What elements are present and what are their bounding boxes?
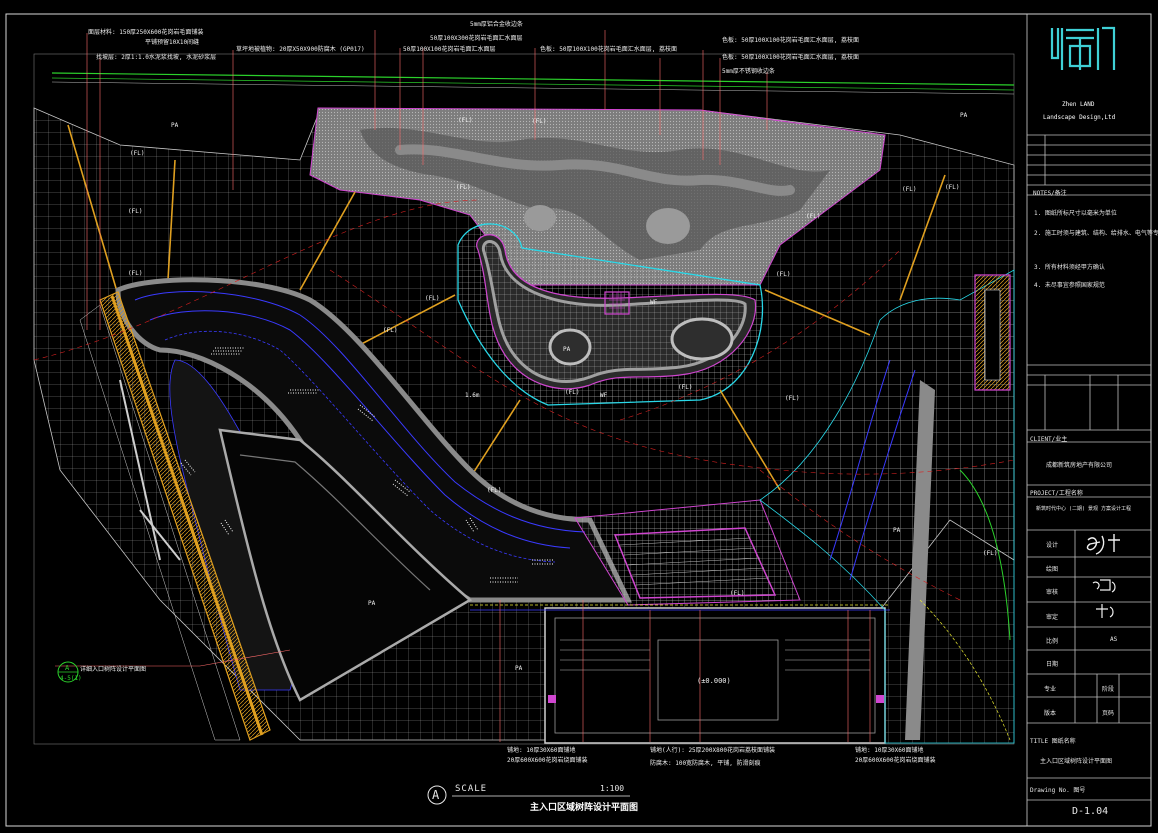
label-pa-3: PA (368, 600, 376, 607)
drafter-signature (1092, 579, 1116, 593)
label-fl-15: (FL) (565, 389, 580, 396)
label-fl-3: (FL) (128, 270, 143, 277)
company-logo-mark (1050, 26, 1116, 70)
note-paving-7: 50厚100X100花岗岩毛面汇水面层 (403, 46, 496, 53)
label-fl-7: (FL) (383, 327, 398, 334)
logo-line1: Zhen LAND (1062, 101, 1095, 108)
drawing-number: D-1.04 (1072, 806, 1109, 817)
row-label-approve: 审定 (1046, 614, 1059, 621)
note-bottom-4: 防腐木: 100宽防腐木, 平铺, 防滑刻痕 (650, 760, 761, 767)
title-label: TITLE 图纸名称 (1030, 738, 1076, 745)
logo-line2: Landscape Design,Ltd (1043, 114, 1116, 121)
label-pa-2: PA (960, 112, 968, 119)
label-wf-2: WF (600, 392, 608, 399)
label-pa-5: PA (893, 527, 901, 534)
note-paving-2: 平铺预留10X10间缝 (145, 39, 200, 46)
row-label-check: 审核 (1046, 589, 1059, 596)
label-elevation: (±0.000) (697, 677, 731, 685)
client-label: CLIENT/业主 (1030, 436, 1068, 443)
note-paving-8: 色板: 50厚100X100花岗岩毛面汇水面层, 荔枝面 (540, 46, 677, 53)
note-4: 4. 未尽事宜参照国家规范 (1034, 282, 1105, 289)
note-paving-3: 找坡层: 2厚1:1.0水泥浆找坡, 水泥砂浆层 (96, 54, 217, 61)
title-block-lines (1026, 13, 1152, 827)
label-fl-17: (FL) (983, 550, 998, 557)
label-fl-8: (FL) (425, 295, 440, 302)
note-3: 3. 所有材料须经甲方确认 (1034, 264, 1105, 271)
label-lower: 1.6m (465, 392, 480, 399)
scale-value: 1:100 (600, 784, 625, 793)
callout-tag: A (65, 664, 70, 672)
label-fl-11: (FL) (902, 186, 917, 193)
row-label-draw: 绘图 (1046, 566, 1059, 573)
island-right (670, 317, 734, 361)
plan-title: 主入口区域树阵设计平面图 (530, 803, 639, 813)
checker-signature (1096, 604, 1114, 618)
note-bottom-1: 铺地: 10厚30X60面铺地 (507, 747, 576, 754)
note-paving-4: 草坪地被植物: 20厚X50X900防腐木 (GP017) (236, 46, 365, 53)
label-fl-1: (FL) (130, 150, 145, 157)
road-edge-line (51, 72, 1015, 86)
label-wf-1: WF (650, 299, 658, 306)
note-2: 2. 施工时须与建筑、结构、给排水、电气等专业图纸配合施工 (1034, 230, 1158, 237)
extra-label-2: 阶段 (1102, 686, 1115, 693)
label-pa-6: PA (563, 346, 571, 353)
sheet-title: 主入口区域树阵设计平面图 (1040, 758, 1113, 765)
label-fl-16: (FL) (730, 590, 745, 597)
scale-label: SCALE (455, 784, 488, 794)
note-1: 1. 图纸所标尺寸以毫米为单位 (1034, 210, 1117, 217)
extra-label-1: 专业 (1044, 686, 1057, 693)
note-paving-1: 面层材料: 150厚250X600花岗岩毛面铺装 (88, 29, 204, 36)
label-pa-4: PA (515, 665, 523, 672)
row-label-design: 设计 (1046, 542, 1059, 549)
note-paving-5: 5mm厚铝合金收边条 (470, 21, 523, 28)
project-label: PROJECT/工程名称 (1030, 490, 1083, 497)
label-fl-9: (FL) (776, 271, 791, 278)
project-name: 新筑时代中心 (二期) 景观 方案设计工程 (1036, 506, 1132, 512)
callout-text: 详细入口树阵设计平面图 (80, 666, 147, 673)
note-paving-11: 5mm厚不锈钢收边条 (722, 68, 775, 75)
callout-ref: 4-5(1) (60, 675, 82, 682)
label-fl-10: (FL) (785, 395, 800, 402)
note-bottom-2: 20厚600X600花岗岩烧面铺装 (507, 757, 588, 764)
building-footprint (544, 607, 886, 744)
section-tag: A (432, 788, 440, 802)
extra-label-3: 版本 (1044, 710, 1057, 717)
row-label-scale: 比例 (1046, 638, 1059, 645)
note-bottom-5: 铺地: 10厚30X60面铺地 (855, 747, 924, 754)
row-value-scale: AS (1110, 636, 1118, 643)
label-fl-5: (FL) (532, 118, 547, 125)
note-bottom-3: 铺地(人行): 25厚200X800花岗岩荔枝面铺装 (650, 747, 775, 754)
label-fl-4: (FL) (458, 117, 473, 124)
note-paving-9: 色板: 50厚100X100花岗岩毛面汇水面层, 荔枝面 (722, 37, 859, 44)
note-paving-10: 色板: 50厚100X100花岗岩毛面汇水面层, 荔枝面 (722, 54, 859, 61)
client-name: 成都新筑房地产有限公司 (1046, 462, 1113, 469)
row-label-date: 日期 (1046, 661, 1059, 668)
note-paving-6: 50厚100X300花岗岩毛面汇水面层 (430, 35, 523, 42)
note-bottom-6: 20厚600X600花岗岩烧面铺装 (855, 757, 936, 764)
label-fl-14: (FL) (678, 384, 693, 391)
label-fl-6: (FL) (456, 184, 471, 191)
label-fl-13: (FL) (487, 487, 502, 494)
designer-signature (1086, 534, 1120, 555)
extra-label-4: 页码 (1102, 710, 1115, 717)
notes-label: NOTES/备注 (1033, 190, 1067, 197)
drawing-label: Drawing No. 图号 (1030, 787, 1086, 794)
label-fl-2: (FL) (128, 208, 143, 215)
label-fl-18: (FL) (806, 213, 821, 220)
label-pa-1: PA (171, 122, 179, 129)
label-fl-12: (FL) (945, 184, 960, 191)
